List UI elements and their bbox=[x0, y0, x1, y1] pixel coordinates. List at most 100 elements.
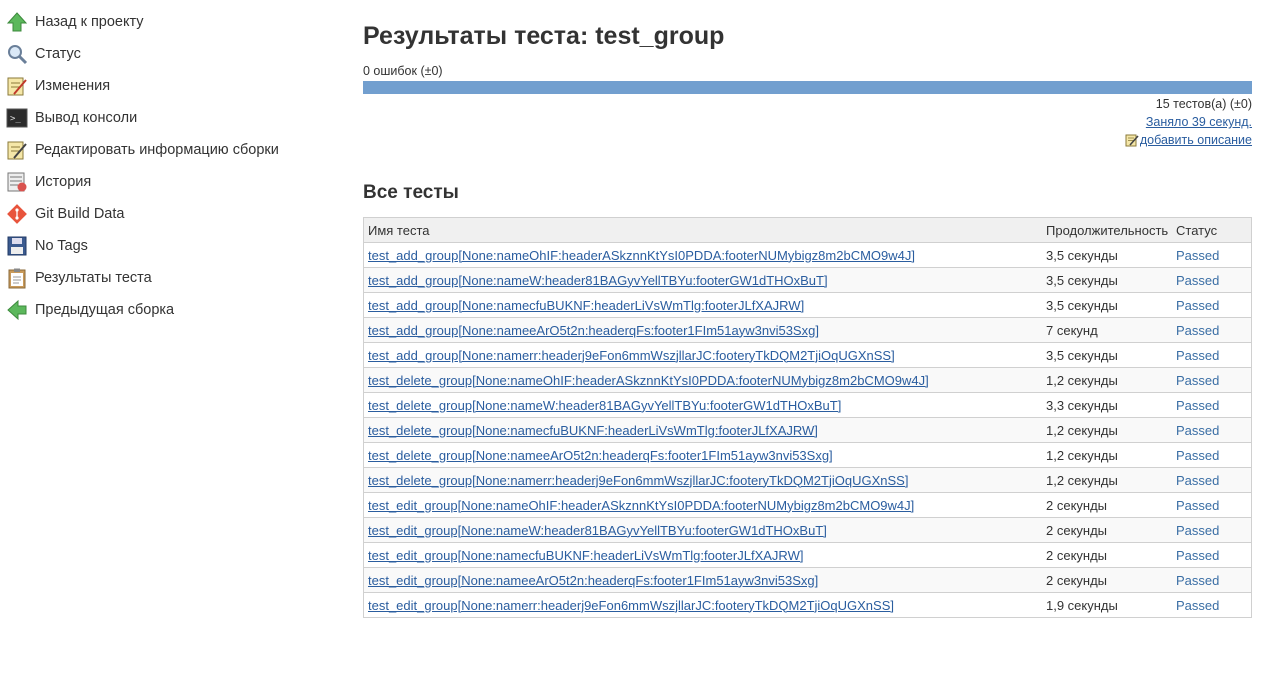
test-name-link[interactable]: test_edit_group[None:nameeArO5t2n:header… bbox=[368, 573, 818, 588]
test-name-cell: test_edit_group[None:nameeArO5t2n:header… bbox=[363, 567, 1042, 593]
page-title: Результаты теста: test_group bbox=[363, 22, 725, 50]
test-name-link[interactable]: test_add_group[None:nameW:header81BAGyvY… bbox=[368, 273, 828, 288]
sidebar-item-history[interactable]: История bbox=[0, 166, 340, 198]
test-status-cell: Passed bbox=[1172, 317, 1252, 343]
test-duration-cell: 2 секунды bbox=[1042, 517, 1172, 543]
test-name-link[interactable]: test_edit_group[None:namerr:headerj9eFon… bbox=[368, 598, 894, 613]
test-status-cell: Passed bbox=[1172, 367, 1252, 393]
test-name-cell: test_edit_group[None:nameW:header81BAGyv… bbox=[363, 517, 1042, 543]
test-duration-cell: 3,3 секунды bbox=[1042, 392, 1172, 418]
magnifier-icon bbox=[6, 43, 28, 65]
test-name-link[interactable]: test_edit_group[None:namecfuBUKNF:header… bbox=[368, 548, 803, 563]
test-name-link[interactable]: test_add_group[None:namerr:headerj9eFon6… bbox=[368, 348, 895, 363]
table-row: test_add_group[None:nameW:header81BAGyvY… bbox=[363, 267, 1252, 293]
test-name-link[interactable]: test_edit_group[None:nameW:header81BAGyv… bbox=[368, 523, 827, 538]
test-name-cell: test_add_group[None:nameOhIF:headerASkzn… bbox=[363, 242, 1042, 268]
test-name-link[interactable]: test_add_group[None:namecfuBUKNF:headerL… bbox=[368, 298, 804, 313]
test-duration-cell: 3,5 секунды bbox=[1042, 242, 1172, 268]
sidebar-item-label: Git Build Data bbox=[35, 206, 125, 222]
sidebar-item-git[interactable]: Git Build Data bbox=[0, 198, 340, 230]
test-name-link[interactable]: test_edit_group[None:nameOhIF:headerASkz… bbox=[368, 498, 914, 513]
table-row: test_add_group[None:namecfuBUKNF:headerL… bbox=[363, 292, 1252, 318]
test-name-link[interactable]: test_delete_group[None:namerr:headerj9eF… bbox=[368, 473, 908, 488]
svg-text:>_: >_ bbox=[10, 114, 21, 124]
test-count: 15 тестов(а) (±0) bbox=[1155, 97, 1252, 111]
terminal-icon: >_ bbox=[6, 107, 28, 129]
notepad-edit-icon bbox=[6, 139, 28, 161]
test-name-link[interactable]: test_delete_group[None:nameeArO5t2n:head… bbox=[368, 448, 833, 463]
left-arrow-icon bbox=[6, 299, 28, 321]
test-name-cell: test_add_group[None:namerr:headerj9eFon6… bbox=[363, 342, 1042, 368]
sidebar-item-terminal[interactable]: >_ Вывод консоли bbox=[0, 102, 340, 134]
test-duration-cell: 1,2 секунды bbox=[1042, 367, 1172, 393]
test-status-cell: Passed bbox=[1172, 417, 1252, 443]
table-row: test_add_group[None:nameeArO5t2n:headerq… bbox=[363, 317, 1252, 343]
test-name-link[interactable]: test_add_group[None:nameOhIF:headerASkzn… bbox=[368, 248, 915, 263]
sidebar-item-notepad-edit[interactable]: Редактировать информацию сборки bbox=[0, 134, 340, 166]
test-status-cell: Passed bbox=[1172, 567, 1252, 593]
test-name-cell: test_delete_group[None:namerr:headerj9eF… bbox=[363, 467, 1042, 493]
test-duration-cell: 3,5 секунды bbox=[1042, 342, 1172, 368]
column-header-duration[interactable]: Продолжительность bbox=[1042, 217, 1172, 243]
duration-link[interactable]: Заняло 39 секунд. bbox=[1146, 115, 1252, 129]
test-name-cell: test_delete_group[None:nameOhIF:headerAS… bbox=[363, 367, 1042, 393]
test-status-cell: Passed bbox=[1172, 342, 1252, 368]
test-name-cell: test_delete_group[None:namecfuBUKNF:head… bbox=[363, 417, 1042, 443]
test-name-cell: test_delete_group[None:nameeArO5t2n:head… bbox=[363, 442, 1042, 468]
add-description-link[interactable]: добавить описание bbox=[1125, 131, 1252, 149]
test-summary: 15 тестов(а) (±0) Заняло 39 секунд. доба… bbox=[363, 95, 1252, 152]
sidebar-item-label: Статус bbox=[35, 46, 81, 62]
test-duration-cell: 2 секунды bbox=[1042, 567, 1172, 593]
clipboard-icon bbox=[6, 267, 28, 289]
test-name-cell: test_add_group[None:nameeArO5t2n:headerq… bbox=[363, 317, 1042, 343]
test-name-link[interactable]: test_add_group[None:nameeArO5t2n:headerq… bbox=[368, 323, 819, 338]
table-row: test_edit_group[None:nameW:header81BAGyv… bbox=[363, 517, 1252, 543]
main-content: Результаты теста: test_group 0 ошибок (±… bbox=[363, 0, 1252, 618]
table-row: test_edit_group[None:namecfuBUKNF:header… bbox=[363, 542, 1252, 568]
add-description-label: добавить описание bbox=[1139, 133, 1252, 147]
sidebar-item-label: Результаты теста bbox=[35, 270, 152, 286]
sidebar-item-label: Вывод консоли bbox=[35, 110, 138, 126]
table-header-row: Имя теста Продолжительность Статус bbox=[363, 217, 1252, 243]
sidebar-item-clipboard[interactable]: Результаты теста bbox=[0, 262, 340, 294]
sidebar-item-label: Предыдущая сборка bbox=[35, 302, 175, 318]
test-duration-cell: 2 секунды bbox=[1042, 492, 1172, 518]
test-duration-cell: 2 секунды bbox=[1042, 542, 1172, 568]
sidebar-item-up-arrow[interactable]: Назад к проекту bbox=[0, 6, 340, 38]
test-name-cell: test_edit_group[None:namerr:headerj9eFon… bbox=[363, 592, 1042, 618]
test-duration-cell: 1,2 секунды bbox=[1042, 442, 1172, 468]
test-name-link[interactable]: test_delete_group[None:namecfuBUKNF:head… bbox=[368, 423, 818, 438]
test-duration-cell: 7 секунд bbox=[1042, 317, 1172, 343]
test-name-cell: test_add_group[None:nameW:header81BAGyvY… bbox=[363, 267, 1042, 293]
sidebar-item-magnifier[interactable]: Статус bbox=[0, 38, 340, 70]
test-duration-cell: 1,2 секунды bbox=[1042, 467, 1172, 493]
test-name-link[interactable]: test_delete_group[None:nameW:header81BAG… bbox=[368, 398, 841, 413]
up-arrow-icon bbox=[6, 11, 28, 33]
test-status-cell: Passed bbox=[1172, 592, 1252, 618]
floppy-icon bbox=[6, 235, 28, 257]
sidebar-item-floppy[interactable]: No Tags bbox=[0, 230, 340, 262]
sidebar-item-left-arrow[interactable]: Предыдущая сборка bbox=[0, 294, 340, 326]
test-name-cell: test_add_group[None:namecfuBUKNF:headerL… bbox=[363, 292, 1042, 318]
test-duration-cell: 3,5 секунды bbox=[1042, 267, 1172, 293]
test-status-cell: Passed bbox=[1172, 392, 1252, 418]
sidebar: Назад к проекту Статус Изменения >_ Вывод ко… bbox=[0, 6, 340, 326]
sidebar-item-notepad[interactable]: Изменения bbox=[0, 70, 340, 102]
test-status-cell: Passed bbox=[1172, 542, 1252, 568]
test-status-cell: Passed bbox=[1172, 292, 1252, 318]
sidebar-item-label: История bbox=[35, 174, 92, 190]
notepad-edit-icon bbox=[1125, 134, 1139, 147]
test-status-cell: Passed bbox=[1172, 517, 1252, 543]
test-status-cell: Passed bbox=[1172, 467, 1252, 493]
test-status-cell: Passed bbox=[1172, 442, 1252, 468]
test-name-link[interactable]: test_delete_group[None:nameOhIF:headerAS… bbox=[368, 373, 929, 388]
failure-count: 0 ошибок (±0) bbox=[363, 64, 443, 78]
table-row: test_delete_group[None:nameW:header81BAG… bbox=[363, 392, 1252, 418]
test-results-table: Имя теста Продолжительность Статус test_… bbox=[363, 217, 1252, 618]
column-header-status[interactable]: Статус bbox=[1172, 217, 1252, 243]
table-row: test_delete_group[None:nameeArO5t2n:head… bbox=[363, 442, 1252, 468]
table-row: test_add_group[None:nameOhIF:headerASkzn… bbox=[363, 242, 1252, 268]
test-duration-cell: 1,2 секунды bbox=[1042, 417, 1172, 443]
test-name-cell: test_edit_group[None:namecfuBUKNF:header… bbox=[363, 542, 1042, 568]
column-header-name[interactable]: Имя теста bbox=[363, 217, 1042, 243]
